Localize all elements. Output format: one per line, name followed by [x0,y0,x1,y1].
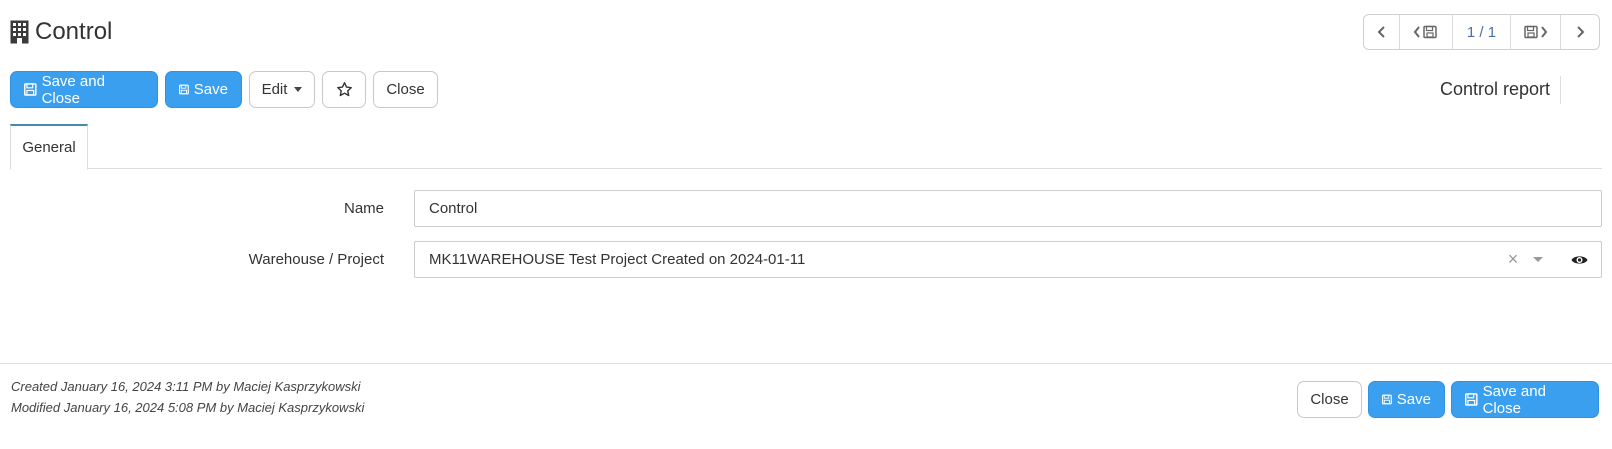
clear-icon[interactable]: × [1504,250,1522,268]
name-row: Name Control [0,190,1612,227]
tab-bar: General [10,124,1602,170]
created-info: Created January 16, 2024 3:11 PM by Maci… [11,379,361,394]
save-chevron-right-icon [1523,25,1547,39]
page-header: Control [10,16,112,48]
warehouse-row: Warehouse / Project MK11WAREHOUSE Test P… [0,241,1612,278]
next-record-button[interactable] [1511,15,1561,49]
name-label: Name [343,200,384,217]
close-label: Close [386,81,425,98]
save-and-close-label: Save and Close [41,72,105,107]
footer-save-and-close-button[interactable]: Save and Close [1451,381,1599,418]
modified-info: Modified January 16, 2024 5:08 PM by Mac… [11,400,365,415]
footer-close-button[interactable]: Close [1297,381,1362,418]
warehouse-select[interactable]: MK11WAREHOUSE Test Project Created on 20… [414,241,1558,278]
record-count: 1 / 1 [1453,15,1511,49]
dropdown-arrow-icon[interactable] [1533,257,1543,262]
save-icon [1465,393,1478,406]
caret-down-icon [294,87,303,92]
chevron-left-icon [1377,26,1385,38]
close-label: Close [1310,391,1349,408]
footer-actions: Close Save Save and Close [1297,381,1599,418]
building-icon [10,20,29,44]
eye-icon [1571,255,1587,264]
tab-general[interactable]: General [10,124,88,170]
edit-label: Edit [261,81,288,98]
chevron-right-icon [1577,26,1585,38]
record-pager: 1 / 1 [1363,14,1600,50]
footer-save-button[interactable]: Save [1368,381,1445,418]
save-label: Save [193,81,228,98]
page-title: Control [35,18,113,45]
save-label: Save [1396,391,1431,408]
save-and-close-label: Save and Close [1482,382,1546,417]
save-icon [1382,394,1392,405]
save-icon [24,83,37,96]
warehouse-label: Warehouse / Project [248,251,384,268]
next-button[interactable] [1561,15,1599,49]
name-field[interactable]: Control [414,190,1602,227]
previous-button[interactable] [1364,15,1400,49]
save-icon [179,84,189,95]
favorite-button[interactable] [322,71,366,108]
star-icon [336,82,352,97]
edit-dropdown-button[interactable]: Edit [249,71,315,108]
control-report-link[interactable]: Control report [1440,76,1562,104]
chevron-left-save-icon [1413,25,1437,39]
previous-record-button[interactable] [1400,15,1453,49]
footer-divider [0,363,1612,364]
save-button[interactable]: Save [165,71,242,108]
warehouse-value: MK11WAREHOUSE Test Project Created on 20… [429,251,806,268]
view-warehouse-button[interactable] [1557,241,1602,278]
save-and-close-button[interactable]: Save and Close [10,71,158,108]
toolbar: Save and Close Save Edit Close [10,71,438,108]
close-button[interactable]: Close [373,71,438,108]
